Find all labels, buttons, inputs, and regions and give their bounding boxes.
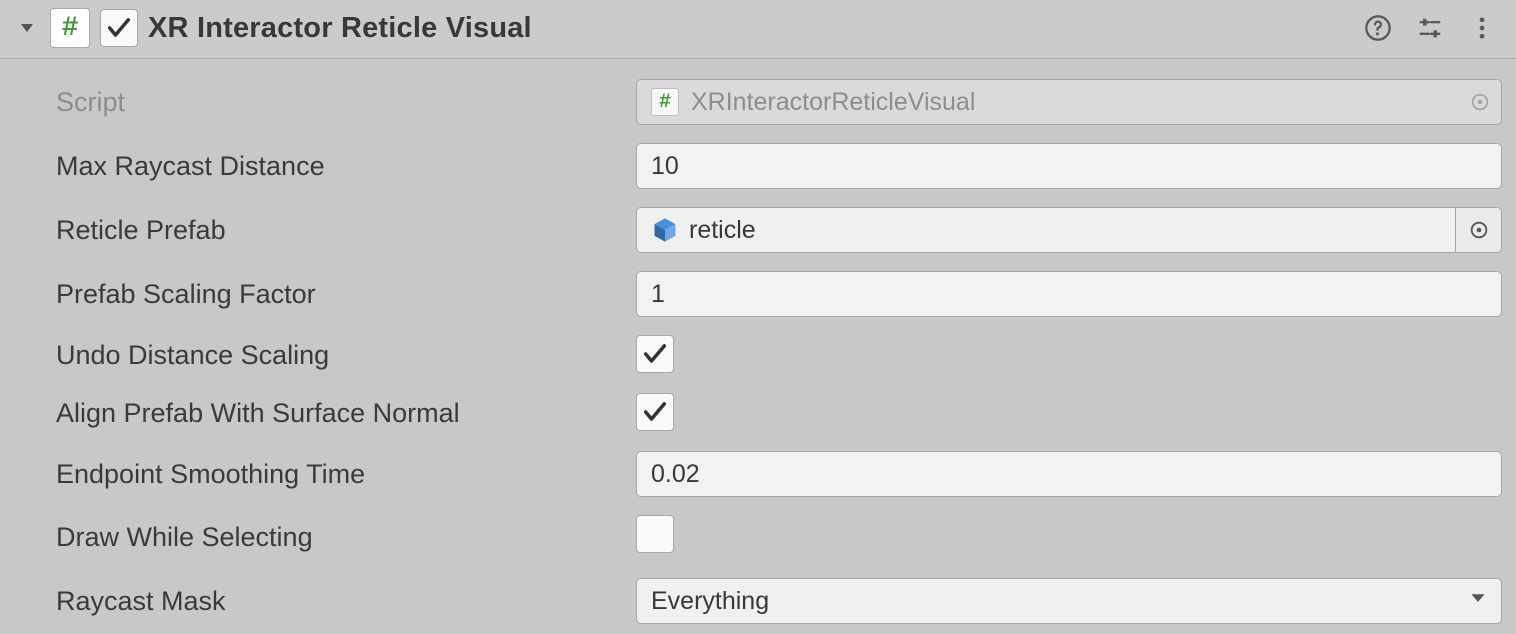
label-draw-while-selecting: Draw While Selecting [56,522,636,553]
script-value: XRInteractorReticleVisual [691,88,975,117]
row-max-raycast-distance: Max Raycast Distance 10 [56,143,1502,189]
row-prefab-scaling-factor: Prefab Scaling Factor 1 [56,271,1502,317]
label-align-prefab-with-surface-normal: Align Prefab With Surface Normal [56,398,636,429]
checkbox-undo-distance-scaling[interactable] [636,335,674,373]
row-align-prefab-with-surface-normal: Align Prefab With Surface Normal [56,393,1502,433]
object-picker-icon [1459,80,1501,124]
script-field: # XRInteractorReticleVisual [636,79,1502,125]
foldout-toggle[interactable] [14,15,40,41]
row-draw-while-selecting: Draw While Selecting [56,515,1502,560]
row-undo-distance-scaling: Undo Distance Scaling [56,335,1502,375]
header-actions [1364,14,1502,42]
value-reticle-prefab: reticle [689,216,756,245]
input-endpoint-smoothing-time[interactable]: 0.02 [636,451,1502,497]
row-raycast-mask: Raycast Mask Everything [56,578,1502,624]
row-endpoint-smoothing-time: Endpoint Smoothing Time 0.02 [56,451,1502,497]
presets-icon[interactable] [1416,14,1444,42]
checkbox-draw-while-selecting[interactable] [636,515,674,553]
value-max-raycast-distance: 10 [651,152,679,181]
label-reticle-prefab: Reticle Prefab [56,215,636,246]
input-prefab-scaling-factor[interactable]: 1 [636,271,1502,317]
value-prefab-scaling-factor: 1 [651,280,665,309]
label-endpoint-smoothing-time: Endpoint Smoothing Time [56,459,636,490]
input-max-raycast-distance[interactable]: 10 [636,143,1502,189]
component-title: XR Interactor Reticle Visual [148,12,1354,45]
label-prefab-scaling-factor: Prefab Scaling Factor [56,279,636,310]
component-header: # XR Interactor Reticle Visual [0,0,1516,59]
row-script: Script # XRInteractorReticleVisual [56,79,1502,125]
script-hash-icon: # [651,88,679,116]
object-field-reticle-prefab[interactable]: reticle [636,207,1502,253]
properties-panel: Script # XRInteractorReticleVisual Max R… [0,59,1516,634]
object-picker-button[interactable] [1455,208,1501,252]
row-reticle-prefab: Reticle Prefab reticle [56,207,1502,253]
enable-component-checkbox[interactable] [100,9,138,47]
script-type-icon: # [50,8,90,48]
value-raycast-mask: Everything [651,587,769,616]
label-script: Script [56,87,636,118]
prefab-cube-icon [651,216,679,244]
label-undo-distance-scaling: Undo Distance Scaling [56,340,636,371]
help-icon[interactable] [1364,14,1392,42]
dropdown-raycast-mask[interactable]: Everything [636,578,1502,624]
checkbox-align-prefab-with-surface-normal[interactable] [636,393,674,431]
label-max-raycast-distance: Max Raycast Distance [56,151,636,182]
label-raycast-mask: Raycast Mask [56,586,636,617]
chevron-down-icon [1467,587,1489,616]
context-menu-icon[interactable] [1468,14,1496,42]
value-endpoint-smoothing-time: 0.02 [651,460,700,489]
